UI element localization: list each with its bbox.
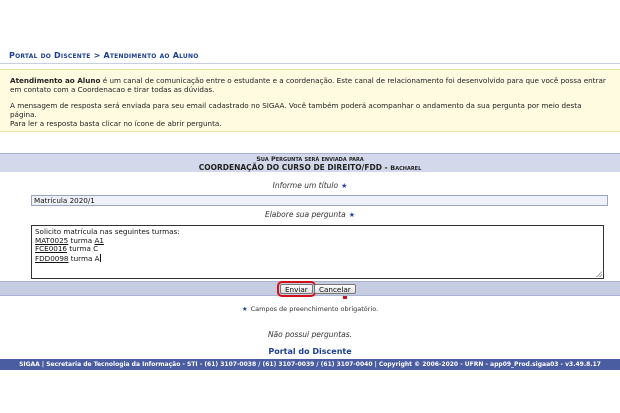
send-button[interactable]: Enviar [277,281,316,297]
info-lead-bold: Atendimento ao Aluno [10,76,101,85]
course-degree: Bacharel [390,164,422,172]
info-paragraph-1: Atendimento ao Aluno é um canal de comun… [10,76,610,94]
message-text: turma C [67,244,99,254]
info-lead-rest: é um canal de comunicação entre o estuda… [10,76,606,94]
question-textarea[interactable]: Solicito matrícula nas seguintes turmas:… [31,225,604,279]
course-code: FDD0098 [35,253,69,263]
footer: SIGAA | Secretaria de Tecnologia da Info… [0,359,620,370]
breadcrumb: Portal do Discente > Atendimento ao Alun… [0,46,620,64]
cursor-marker [343,296,347,299]
form-header-caption: Sua Pergunta será enviada para [256,155,364,163]
required-note-text: Campos de preenchimento obrigatório. [250,305,379,313]
required-star-icon: ★ [241,305,248,313]
resize-grip-icon[interactable] [596,271,602,277]
text-caret [99,253,101,262]
course-code: FCE0016 [35,244,67,254]
course-separator: - [381,163,391,172]
required-note: ★ Campos de preenchimento obrigatório. [0,305,620,313]
required-star-icon: ★ [341,182,348,190]
message-intro: Solicito matrícula nas seguintes turmas: [35,227,180,236]
info-box: Atendimento ao Aluno é um canal de comun… [0,69,620,132]
title-label-text: Informe um título [272,181,339,190]
form-header: Sua Pergunta será enviada para COORDENAÇ… [0,153,620,172]
message-line: FCE0016 turma C [35,244,603,254]
breadcrumb-root-link[interactable]: Portal do Discente [9,51,91,60]
message-text: turma A [68,253,100,263]
no-questions-message: Não possui perguntas. [267,330,353,339]
question-label-text: Elabore sua pergunta [264,210,346,219]
question-label: Elabore sua pergunta ★ [0,210,620,219]
portal-discente-link[interactable]: Portal do Discente [0,347,620,356]
title-label: Informe um título ★ [0,181,620,190]
breadcrumb-current: Atendimento ao Aluno [103,51,199,60]
message-line: FDD0098 turma A [35,253,603,264]
message-line: MAT0025 turma A1 [35,236,603,246]
course-name: COORDENAÇÃO DO CURSO DE DIREITO/FDD [198,163,382,172]
info-paragraph-3: Para ler a resposta basta clicar no ícon… [10,119,222,128]
info-paragraph-2: A mensagem de resposta será enviada para… [10,101,582,119]
button-bar: Enviar Cancelar [0,281,620,297]
breadcrumb-separator: > [93,51,101,60]
required-star-icon: ★ [348,211,356,219]
cancel-button[interactable]: Cancelar [314,284,356,294]
form-header-course: COORDENAÇÃO DO CURSO DE DIREITO/FDD - Ba… [0,163,620,173]
title-input[interactable] [31,195,608,206]
